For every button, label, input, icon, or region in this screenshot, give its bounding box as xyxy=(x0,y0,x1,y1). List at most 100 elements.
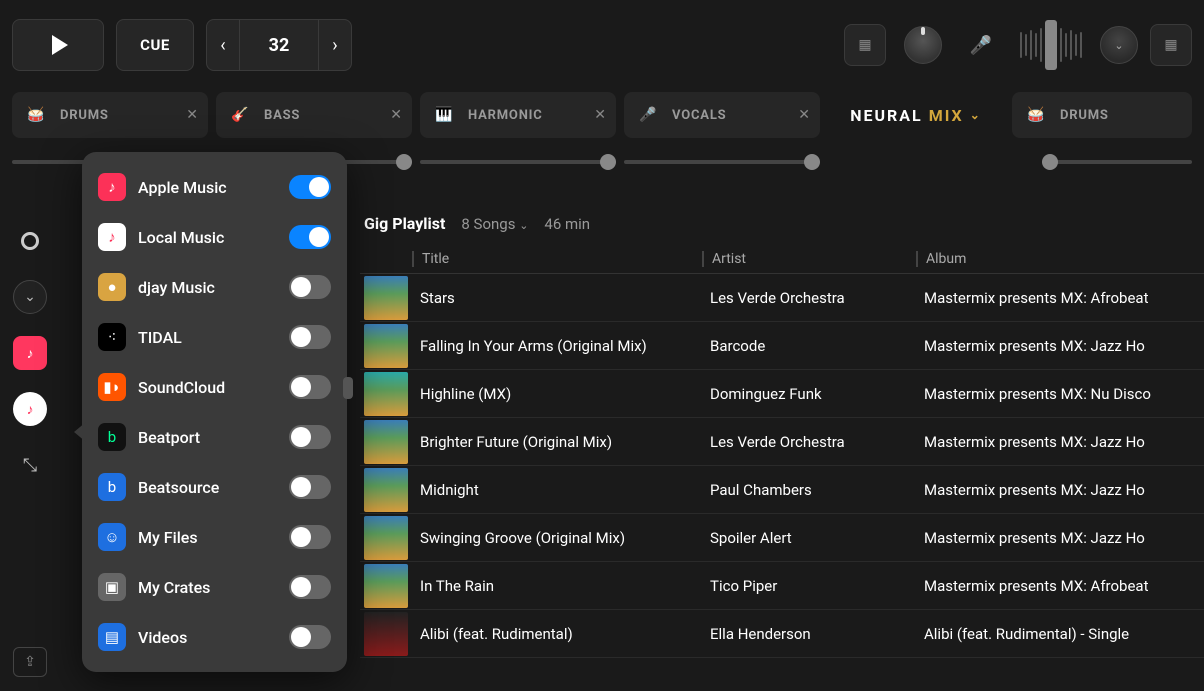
bass-icon: 🎸 xyxy=(231,107,248,123)
source-row[interactable]: ▮◗SoundCloud xyxy=(94,362,335,412)
source-toggle[interactable] xyxy=(289,575,331,599)
track-artist: Les Verde Orchestra xyxy=(702,289,916,307)
source-label: Beatport xyxy=(138,428,277,447)
source-label: Videos xyxy=(138,628,277,647)
source-toggle[interactable] xyxy=(289,475,331,499)
table-row[interactable]: MidnightPaul ChambersMastermix presents … xyxy=(360,466,1204,514)
drums-icon: 🥁 xyxy=(27,107,44,123)
mute-icon[interactable]: ✕ xyxy=(390,107,402,123)
column-title[interactable]: Title xyxy=(412,251,702,267)
source-row[interactable]: ▣ My Crates xyxy=(94,562,335,612)
slider-vocals[interactable] xyxy=(624,154,820,170)
crossfader[interactable] xyxy=(1014,20,1088,70)
source-row[interactable]: ●djay Music xyxy=(94,262,335,312)
stepper-prev-button[interactable]: ‹ xyxy=(206,19,240,71)
track-artist: Dominguez Funk xyxy=(702,385,916,403)
track-artist: Spoiler Alert xyxy=(702,529,916,547)
play-button[interactable] xyxy=(12,19,104,71)
grid-button[interactable]: ▦ xyxy=(844,24,886,66)
channel-drums[interactable]: 🥁 DRUMS ✕ xyxy=(12,92,208,138)
channel-harmonic[interactable]: 🎹 HARMONIC ✕ xyxy=(420,92,616,138)
table-row[interactable]: Brighter Future (Original Mix)Les Verde … xyxy=(360,418,1204,466)
channel-bass[interactable]: 🎸 BASS ✕ xyxy=(216,92,412,138)
rail-local-music-button[interactable]: ♪ xyxy=(13,392,47,426)
gain-knob[interactable] xyxy=(904,26,942,64)
chevron-down-icon: ⌄ xyxy=(519,219,528,232)
track-album: Mastermix presents MX: Afrobeat xyxy=(916,289,1204,307)
playlist-duration: 46 min xyxy=(544,215,590,233)
rail-music-button[interactable]: ♪ xyxy=(13,336,47,370)
track-album: Mastermix presents MX: Jazz Ho xyxy=(916,433,1204,451)
mic-button[interactable]: 🎤 xyxy=(960,24,1002,66)
rail-record-button[interactable] xyxy=(13,224,47,258)
mute-icon[interactable]: ✕ xyxy=(594,107,606,123)
table-row[interactable]: Swinging Groove (Original Mix)Spoiler Al… xyxy=(360,514,1204,562)
source-toggle[interactable] xyxy=(289,625,331,649)
track-title: Swinging Groove (Original Mix) xyxy=(412,529,702,547)
track-artwork xyxy=(360,276,412,320)
mic-icon: 🎤 xyxy=(970,35,992,56)
table-row[interactable]: Falling In Your Arms (Original Mix)Barco… xyxy=(360,322,1204,370)
table-row[interactable]: Alibi (feat. Rudimental)Ella HendersonAl… xyxy=(360,610,1204,658)
music-icon: ♪ xyxy=(27,345,34,362)
track-album: Mastermix presents MX: Jazz Ho xyxy=(916,529,1204,547)
column-artist[interactable]: Artist xyxy=(702,251,916,267)
source-row[interactable]: ♪Apple Music xyxy=(94,162,335,212)
source-toggle[interactable] xyxy=(289,275,331,299)
playlist-count[interactable]: 8 Songs ⌄ xyxy=(461,215,528,233)
track-artist: Les Verde Orchestra xyxy=(702,433,916,451)
track-title: Highline (MX) xyxy=(412,385,702,403)
track-artwork xyxy=(360,468,412,512)
track-artist: Barcode xyxy=(702,337,916,355)
source-toggle[interactable] xyxy=(289,525,331,549)
track-artwork xyxy=(360,564,412,608)
library-rail: ⌄ ♪ ♪ ⤡ ⇪ xyxy=(0,176,60,691)
track-artwork xyxy=(360,612,412,656)
grid-icon: ▦ xyxy=(858,37,871,53)
track-title: In The Rain xyxy=(412,577,702,595)
mute-icon[interactable]: ✕ xyxy=(798,107,810,123)
source-icon: b xyxy=(98,473,126,501)
playlist-header: Gig Playlist 8 Songs ⌄ 46 min xyxy=(360,214,1204,245)
rail-automix-button[interactable]: ⤡ xyxy=(13,448,47,482)
table-row[interactable]: StarsLes Verde OrchestraMastermix presen… xyxy=(360,274,1204,322)
source-icon: ♪ xyxy=(98,173,126,201)
vocals-icon: 🎤 xyxy=(639,107,656,123)
track-artwork xyxy=(360,420,412,464)
source-row[interactable]: bBeatport xyxy=(94,412,335,462)
source-toggle[interactable] xyxy=(289,225,331,249)
center-controls: ▦ 🎤 xyxy=(844,24,1002,66)
track-artwork xyxy=(360,516,412,560)
cue-button[interactable]: CUE xyxy=(116,19,194,71)
source-label: SoundCloud xyxy=(138,378,277,397)
chevron-down-icon: ⌄ xyxy=(24,289,36,305)
source-row[interactable]: ⁖TIDAL xyxy=(94,312,335,362)
track-album: Mastermix presents MX: Nu Disco xyxy=(916,385,1204,403)
table-row[interactable]: In The RainTico PiperMastermix presents … xyxy=(360,562,1204,610)
stepper-next-button[interactable]: › xyxy=(318,19,352,71)
source-toggle[interactable] xyxy=(289,425,331,449)
neuralmix-label[interactable]: NEURALMIX ⌄ xyxy=(828,92,1004,138)
source-toggle[interactable] xyxy=(289,375,331,399)
source-row[interactable]: bBeatsource xyxy=(94,462,335,512)
column-album[interactable]: Album xyxy=(916,251,1204,267)
channel-vocals[interactable]: 🎤 VOCALS ✕ xyxy=(624,92,820,138)
source-toggle[interactable] xyxy=(289,325,331,349)
source-row[interactable]: ▤Videos xyxy=(94,612,335,662)
source-row[interactable]: ♪Local Music xyxy=(94,212,335,262)
source-icon: ▣ xyxy=(98,573,126,601)
source-label: My Crates xyxy=(138,578,277,597)
mute-icon[interactable]: ✕ xyxy=(186,107,198,123)
dropdown-knob[interactable]: ⌄ xyxy=(1100,26,1138,64)
play-icon xyxy=(52,35,68,55)
harmonic-icon: 🎹 xyxy=(435,107,452,123)
source-row[interactable]: ☺My Files xyxy=(94,512,335,562)
source-toggle[interactable] xyxy=(289,175,331,199)
slider-drums-right[interactable] xyxy=(1042,154,1192,170)
table-row[interactable]: Highline (MX)Dominguez FunkMastermix pre… xyxy=(360,370,1204,418)
grid-button-right[interactable]: ▦ xyxy=(1150,24,1192,66)
channel-drums-right[interactable]: 🥁 DRUMS xyxy=(1012,92,1192,138)
track-album: Mastermix presents MX: Jazz Ho xyxy=(916,337,1204,355)
slider-harmonic[interactable] xyxy=(420,154,616,170)
rail-expand-button[interactable]: ⌄ xyxy=(13,280,47,314)
